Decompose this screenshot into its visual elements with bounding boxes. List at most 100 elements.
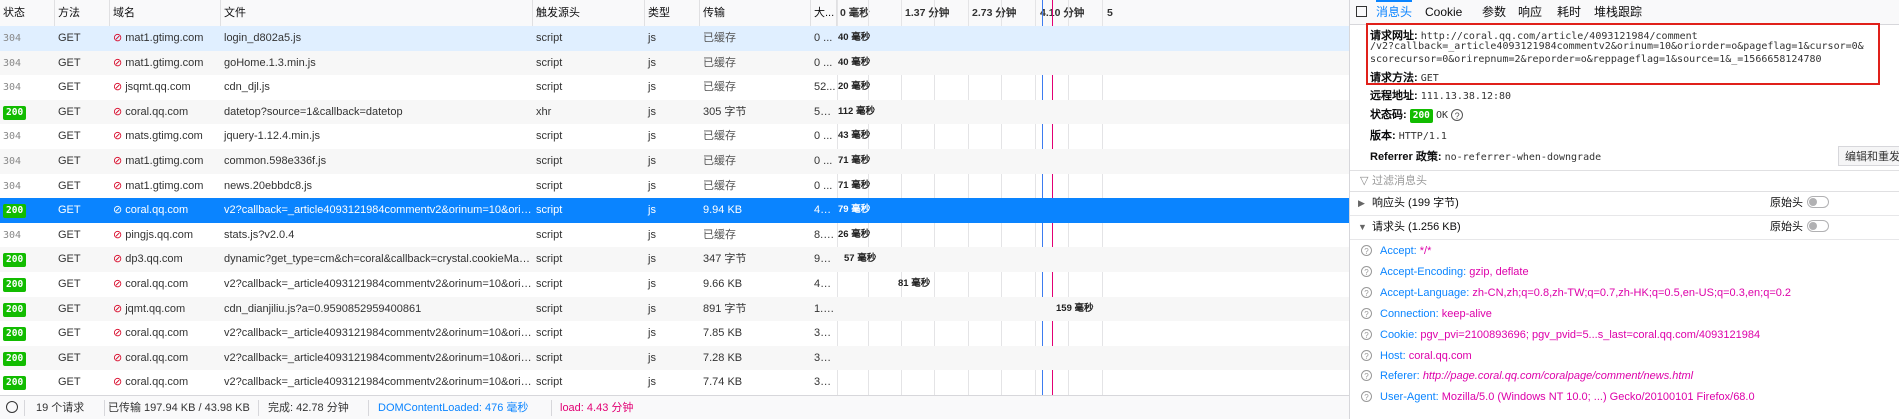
help-icon[interactable]: ? <box>1361 265 1372 277</box>
help-icon[interactable]: ? <box>1361 286 1372 298</box>
status-cell: 200 <box>0 272 55 297</box>
header-line[interactable]: ? Accept-Language: zh-CN,zh;q=0.8,zh-TW;q… <box>1350 283 1899 304</box>
table-row[interactable]: 200 GET ⊘ coral.qq.com v2?callback=_article4… <box>0 345 1349 371</box>
domain-text: pingjs.qq.com <box>125 228 194 241</box>
domain-text: mat1.gtimg.com <box>125 179 204 192</box>
insecure-lock-icon: ⊘ <box>113 253 123 266</box>
raw-headers-toggle[interactable] <box>1807 196 1829 208</box>
help-icon[interactable]: ? <box>1361 328 1372 340</box>
col-type[interactable]: 类型 <box>645 0 700 26</box>
type-cell: js <box>648 376 656 389</box>
header-line[interactable]: ? Referer: http://page.coral.qq.com/coral… <box>1350 366 1899 387</box>
domain-text: coral.qq.com <box>125 105 189 118</box>
size-cell: 0 ... <box>814 32 833 44</box>
header-value: zh-CN,zh;q=0.8,zh-TW;q=0.7,zh-HK;q=0.5,e… <box>1472 286 1792 299</box>
col-cause[interactable]: 触发源头 <box>533 0 645 26</box>
file-cell: news.20ebbdc8.js <box>224 179 313 192</box>
stopwatch-icon[interactable] <box>6 401 18 413</box>
header-value: pgv_pvi=2100893696; pgv_pvid=5...s_last=… <box>1420 328 1761 341</box>
help-icon[interactable]: ? <box>1361 245 1372 256</box>
table-row[interactable]: 200 GET ⊘ coral.qq.com datetop?source=1&call… <box>0 99 1349 125</box>
transferred-cell: 9.94 KB <box>703 204 743 217</box>
filter-placeholder: 过滤消息头 <box>1372 175 1427 187</box>
table-row[interactable]: 200 GET ⊘ coral.qq.com v2?callback=_article4… <box>0 321 1349 346</box>
type-cell: js <box>648 130 656 143</box>
table-row[interactable]: 200 GET ⊘ coral.qq.com v2?callback=_article4… <box>0 272 1349 297</box>
header-line[interactable]: ? Connection: keep-alive <box>1350 304 1899 325</box>
method-cell: GET <box>58 81 81 94</box>
toggle-panel-icon[interactable] <box>1356 6 1367 17</box>
file-cell: v2?callback=_article4093121984commentv2&… <box>224 351 533 364</box>
method-cell: GET <box>58 179 81 192</box>
transferred-cell: 已缓存 <box>703 32 736 44</box>
details-tabbar: 消息头 Cookie 参数 响应 耗时 堆栈跟踪 <box>1350 0 1899 25</box>
response-headers-section[interactable]: ▶ 响应头 (199 字节) 原始头 <box>1350 191 1899 216</box>
method-cell: GET <box>58 253 81 266</box>
domain-text: jqmt.qq.com <box>125 302 186 315</box>
header-line[interactable]: ? Accept: */* <box>1350 241 1899 262</box>
tab-stack-trace[interactable]: 堆栈跟踪 <box>1594 0 1642 24</box>
col-size[interactable]: 大... <box>811 0 837 26</box>
table-row[interactable]: 200 GET ⊘ coral.qq.com v2?callback=_article4… <box>0 370 1349 395</box>
table-row[interactable]: 304 GET ⊘ mat1.gtimg.com news.20ebbdc8.js scr… <box>0 174 1349 199</box>
header-entry: Host: coral.qq.com <box>1380 346 1472 367</box>
header-line[interactable]: ? User-Agent: Mozilla/5.0 (Windows NT 10.… <box>1350 387 1899 408</box>
request-headers-section[interactable]: ▼ 请求头 (1.256 KB) 原始头 <box>1350 215 1899 240</box>
transferred-cell: 347 字节 <box>703 253 747 266</box>
tab-cookie[interactable]: Cookie <box>1425 0 1462 24</box>
file-cell: goHome.1.3.min.js <box>224 56 316 69</box>
table-row[interactable]: 304 GET ⊘ mat1.gtimg.com goHome.1.3.min.js sc… <box>0 50 1349 76</box>
finish-time: 完成: 42.78 分钟 <box>268 402 349 414</box>
size-cell: 1.3... <box>814 302 837 315</box>
insecure-lock-icon: ⊘ <box>113 351 123 364</box>
status-badge: 200 <box>3 253 27 268</box>
timeline-tick-4: 5 <box>1107 7 1113 19</box>
table-row[interactable]: 200 GET ⊘ coral.qq.com v2?callback=_article4… <box>0 198 1349 223</box>
col-status[interactable]: 状态 <box>0 0 55 26</box>
col-method[interactable]: 方法 <box>55 0 110 26</box>
insecure-lock-icon: ⊘ <box>113 302 123 315</box>
table-row[interactable]: 304 GET ⊘ mat1.gtimg.com common.598e336f.js s… <box>0 149 1349 174</box>
table-row[interactable]: 200 GET ⊘ jqmt.qq.com cdn_dianjiliu.js?a=0.9… <box>0 296 1349 322</box>
tab-params[interactable]: 参数 <box>1482 0 1506 24</box>
col-file[interactable]: 文件 <box>221 0 533 26</box>
help-icon[interactable]: ? <box>1361 307 1372 319</box>
status-cell: 304 <box>0 26 55 51</box>
header-line[interactable]: ? Accept-Encoding: gzip, deflate <box>1350 262 1899 283</box>
table-row[interactable]: 304 GET ⊘ mats.gtimg.com jquery-1.12.4.min.j… <box>0 124 1349 149</box>
header-line[interactable]: ? Cookie: pgv_pvi=2100893696; pgv_pvid=5.… <box>1350 325 1899 346</box>
type-cell: js <box>648 228 656 241</box>
transferred-cell: 已缓存 <box>703 155 736 167</box>
filter-headers-input[interactable]: ▽ 过滤消息头 <box>1350 170 1899 192</box>
size-cell: 34.... <box>814 327 837 340</box>
method-cell: GET <box>58 376 81 389</box>
table-row[interactable]: 200 GET ⊘ dp3.qq.com dynamic?get_type=cm&ch=… <box>0 247 1349 272</box>
tab-timings[interactable]: 耗时 <box>1557 0 1581 24</box>
tab-headers[interactable]: 消息头 <box>1376 0 1413 24</box>
transferred-cell: 7.85 KB <box>703 327 743 340</box>
help-icon[interactable]: ? <box>1361 391 1372 403</box>
domain-cell: ⊘ coral.qq.com <box>110 346 221 371</box>
col-domain[interactable]: 域名 <box>110 0 221 26</box>
edit-resend-button[interactable]: 编辑和重发 <box>1838 146 1899 166</box>
insecure-lock-icon: ⊘ <box>113 155 123 167</box>
size-cell: 97 ... <box>814 253 837 266</box>
referrer-policy: Referrer 政策: no-referrer-when-downgrade <box>1370 148 1601 164</box>
transferred-cell: 891 字节 <box>703 302 747 315</box>
size-cell: 32.... <box>814 351 837 364</box>
transferred-cell: 已缓存 <box>703 81 736 94</box>
help-icon[interactable]: ? <box>1361 349 1372 361</box>
table-row[interactable]: 304 GET ⊘ mat1.gtimg.com login_d802a5.js scri… <box>0 26 1349 51</box>
type-cell: js <box>648 56 656 69</box>
help-icon[interactable]: ? <box>1451 109 1464 122</box>
table-row[interactable]: 304 GET ⊘ pingjs.qq.com stats.js?v2.0.4 scrip… <box>0 223 1349 248</box>
cause-cell: script <box>536 81 563 94</box>
help-icon[interactable]: ? <box>1361 370 1372 382</box>
raw-headers-toggle[interactable] <box>1807 220 1829 232</box>
status-cell: 304 <box>0 124 55 149</box>
tab-response[interactable]: 响应 <box>1518 0 1542 24</box>
status-cell: 304 <box>0 223 55 248</box>
header-line[interactable]: ? Host: coral.qq.com <box>1350 346 1899 367</box>
table-row[interactable]: 304 GET ⊘ jsqmt.qq.com cdn_djl.js script js 已缓存… <box>0 75 1349 100</box>
col-transferred[interactable]: 传输 <box>700 0 811 26</box>
